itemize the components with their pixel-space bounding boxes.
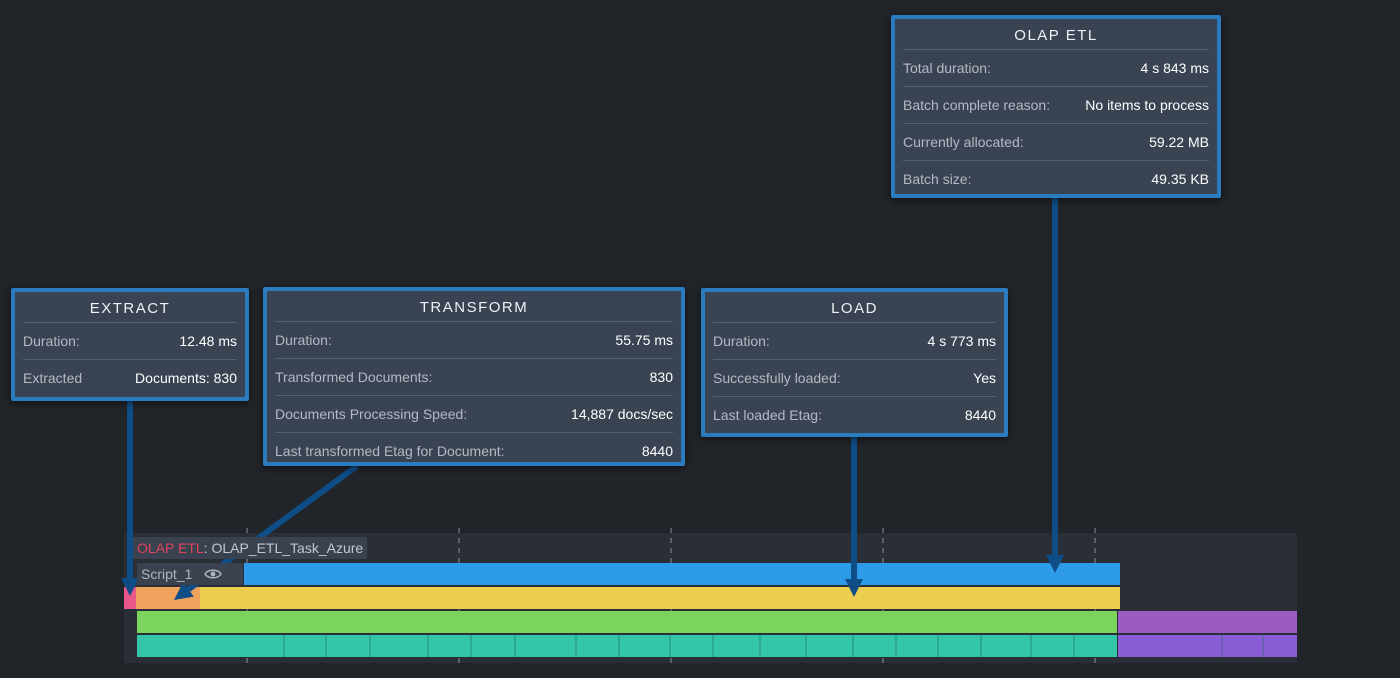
- tooltip-row: Total duration: 4 s 843 ms: [903, 49, 1209, 86]
- tooltip-value: 49.35 KB: [1151, 171, 1209, 187]
- tooltip-key: Batch size:: [903, 171, 972, 187]
- tooltip-row: Batch size: 49.35 KB: [903, 160, 1209, 197]
- etl-task-label[interactable]: OLAP ETL: OLAP_ETL_Task_Azure: [133, 537, 368, 559]
- tooltip-value: 14,887 docs/sec: [571, 406, 673, 422]
- tooltip-key: Documents Processing Speed:: [275, 406, 468, 422]
- tooltip-value: 8440: [641, 443, 673, 459]
- tooltip-key: Last loaded Etag:: [713, 407, 822, 423]
- transform-title: TRANSFORM: [419, 299, 529, 316]
- green-sub-bar[interactable]: [137, 611, 1117, 633]
- tooltip-value: 830: [649, 369, 673, 385]
- etl-name: OLAP_ETL_Task_Azure: [211, 540, 364, 556]
- tooltip-row: Documents Processing Speed: 14,887 docs/…: [275, 395, 673, 432]
- tooltip-key: Currently allocated:: [903, 134, 1024, 150]
- tooltip-key: Duration:: [275, 332, 332, 348]
- tooltip-key: Batch complete reason:: [903, 97, 1051, 113]
- tooltip-row: Batch complete reason: No items to proce…: [903, 86, 1209, 123]
- tooltip-row: Duration: 12.48 ms: [23, 322, 237, 359]
- tooltip-value: Yes: [973, 370, 996, 386]
- eye-icon[interactable]: [204, 564, 223, 586]
- tooltip-value: 4 s 843 ms: [1140, 60, 1209, 76]
- tooltip-row: Successfully loaded: Yes: [713, 359, 996, 396]
- tooltip-row: Transformed Documents: 830: [275, 358, 673, 395]
- tooltip-key: Last transformed Etag for Document:: [275, 443, 505, 459]
- tooltip-key: Extracted: [23, 370, 83, 386]
- tooltip-value: Documents: 830: [135, 370, 237, 386]
- extract-title: EXTRACT: [89, 300, 171, 317]
- tooltip-key: Duration:: [713, 333, 770, 349]
- script-label[interactable]: Script_1: [137, 563, 243, 585]
- tooltip-value: No items to process: [1085, 97, 1209, 113]
- violet-sub-bar[interactable]: [1118, 635, 1297, 657]
- transform-tooltip: TRANSFORM Duration: 55.75 ms Transformed…: [263, 287, 685, 466]
- total-duration-bar[interactable]: [244, 563, 1120, 585]
- olap-etl-arrow: [1046, 198, 1064, 573]
- tooltip-key: Duration:: [23, 333, 80, 349]
- tooltip-value: 8440: [964, 407, 996, 423]
- tooltip-row: Duration: 55.75 ms: [275, 321, 673, 358]
- tooltip-value: 4 s 773 ms: [927, 333, 996, 349]
- tooltip-row: Extracted Documents: 830: [23, 359, 237, 396]
- extract-tooltip: EXTRACT Duration: 12.48 ms Extracted Doc…: [11, 288, 249, 401]
- tooltip-value: 59.22 MB: [1149, 134, 1209, 150]
- tooltip-row: Last loaded Etag: 8440: [713, 396, 996, 433]
- tooltip-row: Currently allocated: 59.22 MB: [903, 123, 1209, 160]
- tooltip-value: 12.48 ms: [179, 333, 237, 349]
- tooltip-key: Successfully loaded:: [713, 370, 841, 386]
- olap-etl-title: OLAP ETL: [1014, 27, 1098, 44]
- tooltip-key: Total duration:: [903, 60, 991, 76]
- etl-kind: OLAP ETL: [137, 540, 204, 556]
- load-tooltip: LOAD Duration: 4 s 773 ms Successfully l…: [701, 288, 1008, 437]
- purple-sub-bar[interactable]: [1118, 611, 1297, 633]
- script-name: Script_1: [141, 566, 193, 582]
- olap-etl-tooltip: OLAP ETL Total duration: 4 s 843 ms Batc…: [891, 15, 1221, 198]
- tooltip-value: 55.75 ms: [615, 332, 673, 348]
- tooltip-row: Last transformed Etag for Document: 8440: [275, 432, 673, 469]
- load-title: LOAD: [831, 300, 878, 317]
- load-bar[interactable]: [200, 587, 1120, 609]
- tooltip-row: Duration: 4 s 773 ms: [713, 322, 996, 359]
- tooltip-key: Transformed Documents:: [275, 369, 433, 385]
